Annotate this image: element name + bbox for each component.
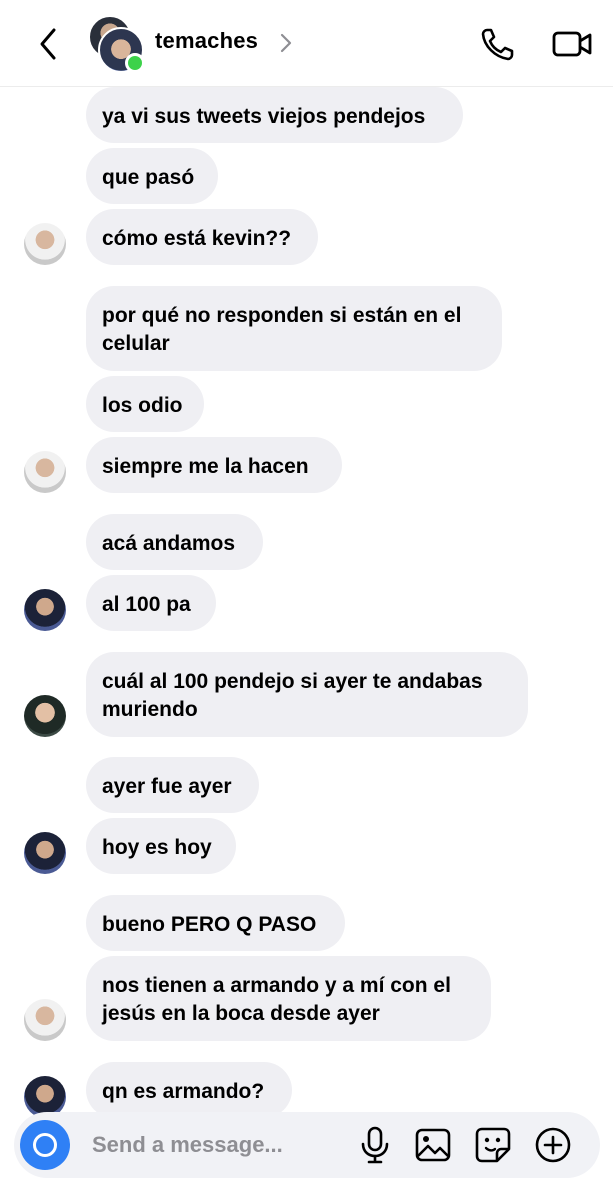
sender-avatar[interactable] [24,451,66,493]
message-bubble[interactable]: los odio [86,376,204,432]
sender-avatar[interactable] [24,999,66,1041]
message-bubble[interactable]: que pasó [86,148,218,204]
message-bubble[interactable]: cuál al 100 pendejo si ayer te andabas m… [86,652,528,737]
sender-avatar[interactable] [24,589,66,631]
message-bubble[interactable]: siempre me la hacen [86,437,342,493]
chevron-right-icon[interactable] [278,32,294,54]
message-bubble[interactable]: cómo está kevin?? [86,209,318,265]
microphone-icon[interactable] [354,1124,396,1166]
message-bubble[interactable]: hoy es hoy [86,818,236,874]
video-camera-icon[interactable] [550,24,594,64]
message-bubble[interactable]: qn es armando? [86,1062,292,1118]
message-bubble[interactable]: nos tienen a armando y a mí con el jesús… [86,956,491,1041]
message-bubble[interactable]: ayer fue ayer [86,757,259,813]
message-composer[interactable]: Send a message... [14,1112,600,1178]
online-status-dot [125,53,145,73]
chat-header: temaches [0,0,613,87]
message-bubble[interactable]: por qué no responden si están en el celu… [86,286,502,371]
message-bubble[interactable]: acá andamos [86,514,263,570]
message-bubble[interactable]: al 100 pa [86,575,216,631]
message-input[interactable]: Send a message... [92,1132,283,1158]
back-button[interactable] [30,22,66,66]
sender-avatar[interactable] [24,832,66,874]
camera-icon[interactable] [20,1120,70,1170]
sender-avatar[interactable] [24,223,66,265]
phone-icon[interactable] [478,24,518,64]
sticker-icon[interactable] [472,1124,514,1166]
sender-avatar[interactable] [24,695,66,737]
message-bubble[interactable]: bueno PERO Q PASO [86,895,345,951]
plus-circle-icon[interactable] [532,1124,574,1166]
group-avatar[interactable] [88,15,145,73]
image-icon[interactable] [412,1124,454,1166]
chat-title[interactable]: temaches [155,28,258,54]
chevron-left-icon [40,28,56,60]
message-bubble[interactable]: ya vi sus tweets viejos pendejos [86,87,463,143]
